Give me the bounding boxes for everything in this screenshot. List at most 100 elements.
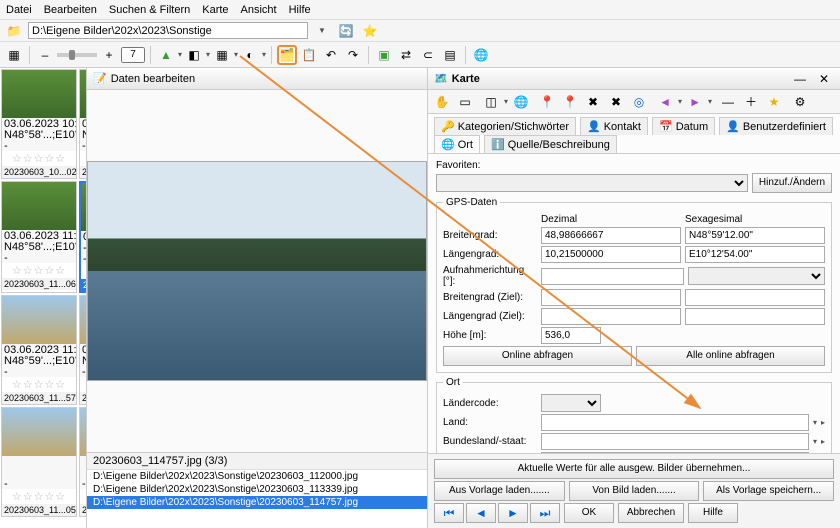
edit-data-icon[interactable]: 🗂️ [277, 45, 297, 65]
rotate-left-icon[interactable]: ↶ [321, 45, 341, 65]
lat-target-dec[interactable] [541, 289, 681, 306]
thumbnail[interactable]: 03.06.2023 11:47:57N48°59'...;E10°13'...… [1, 295, 77, 405]
sexagesimal-header: Sexagesimal [685, 214, 825, 225]
menu-datei[interactable]: Datei [6, 4, 32, 16]
mt-hand-icon[interactable]: ✋ [432, 92, 452, 112]
tool3-icon[interactable]: ▦ [212, 45, 232, 65]
thumbnail[interactable]: 03.06.2023 11:33:39--☆☆☆☆☆20230603_11...… [79, 181, 87, 293]
globe-icon[interactable]: 🌐 [471, 45, 491, 65]
favorite-icon[interactable]: ⭐ [360, 21, 380, 41]
close-icon[interactable]: ✕ [814, 69, 834, 89]
menu-ansicht[interactable]: Ansicht [241, 4, 277, 16]
edit-data-tab[interactable]: Daten bearbeiten [111, 73, 195, 85]
direction-label: Aufnahmerichtung [°]: [443, 265, 537, 287]
file-list-item[interactable]: D:\Eigene Bilder\202x\2023\Sonstige\2023… [87, 496, 427, 509]
menu-bearbeiten[interactable]: Bearbeiten [44, 4, 97, 16]
height-input[interactable] [541, 327, 601, 344]
tool10-icon[interactable]: ▤ [440, 45, 460, 65]
thumbnail-pane[interactable]: 03.06.2023 10:54:02N48°58'...;E10°8'5...… [0, 68, 87, 528]
load-from-image-button[interactable]: Von Bild laden....... [569, 481, 700, 501]
direction-select[interactable] [688, 267, 825, 285]
save-template-button[interactable]: Als Vorlage speichern... [703, 481, 834, 501]
lon-dec-input[interactable] [541, 246, 681, 263]
tab-datum[interactable]: 📅Datum [652, 117, 715, 135]
zoom-value[interactable] [121, 47, 145, 63]
gps-all-online-button[interactable]: Alle online abfragen [636, 346, 825, 366]
lon-sex-input[interactable] [685, 246, 825, 263]
land-input[interactable] [541, 414, 809, 431]
hinzuf-button[interactable]: Hinzuf./Ändern [752, 173, 832, 193]
tool4-icon[interactable]: ◐ [240, 45, 260, 65]
tab-ort[interactable]: 🌐Ort [434, 135, 480, 153]
load-template-button[interactable]: Aus Vorlage laden....... [434, 481, 565, 501]
mt-pin-icon[interactable]: 📍 [537, 92, 557, 112]
menu-hilfe[interactable]: Hilfe [289, 4, 311, 16]
apply-all-button[interactable]: Aktuelle Werte für alle ausgew. Bilder ü… [434, 459, 834, 479]
file-list-item[interactable]: D:\Eigene Bilder\202x\2023\Sonstige\2023… [87, 470, 427, 483]
cancel-button[interactable]: Abbrechen [618, 503, 684, 523]
tool1-icon[interactable]: ▲ [156, 45, 176, 65]
nav-next[interactable]: ► [498, 503, 528, 523]
minimize-icon[interactable]: — [790, 69, 810, 89]
tool8-icon[interactable]: ⇄ [396, 45, 416, 65]
lat-dec-input[interactable] [541, 227, 681, 244]
rotate-right-icon[interactable]: ↷ [343, 45, 363, 65]
mt-next-icon[interactable]: ► [685, 92, 705, 112]
zoom-out-icon[interactable]: – [35, 45, 55, 65]
thumbs-icon[interactable]: ▦ [4, 45, 24, 65]
menu-karte[interactable]: Karte [202, 4, 228, 16]
mt-target-icon[interactable]: ◎ [629, 92, 649, 112]
path-dropdown[interactable]: ▼ [312, 21, 332, 41]
nav-first[interactable]: ⏮ [434, 503, 464, 523]
metadata-tabs-2: 🌐Ortℹ️Quelle/Beschreibung [428, 135, 840, 154]
mt-gear-icon[interactable]: ⚙ [790, 92, 810, 112]
zoom-in-icon[interactable]: + [99, 45, 119, 65]
tool9-icon[interactable]: ⊂ [418, 45, 438, 65]
tab-kontakt[interactable]: 👤Kontakt [580, 117, 648, 135]
nav-last[interactable]: ⏭ [530, 503, 560, 523]
mt-world-icon[interactable]: 🌐 [511, 92, 531, 112]
lon-target-sex[interactable] [685, 308, 825, 325]
mt-plus-icon[interactable]: ＋ [741, 92, 761, 112]
direction-input[interactable] [541, 268, 684, 285]
file-list-item[interactable]: D:\Eigene Bilder\202x\2023\Sonstige\2023… [87, 483, 427, 496]
thumbnail[interactable]: 03.06.2023 10:54:02N48°58'...;E10°8'5...… [1, 69, 77, 179]
gps-online-button[interactable]: Online abfragen [443, 346, 632, 366]
mt-pin2-icon[interactable]: 📍 [560, 92, 580, 112]
favoriten-select[interactable] [436, 174, 748, 192]
path-input[interactable] [28, 22, 308, 39]
tool7-icon[interactable]: ▣ [374, 45, 394, 65]
thumbnail[interactable]: 03.06.2023 11:50:07N48°59'...;E10°13'...… [79, 295, 87, 405]
folder-up-icon[interactable]: 📁 [4, 21, 24, 41]
mt-clear2-icon[interactable]: ✖ [606, 92, 626, 112]
thumbnail[interactable]: -☆☆☆☆☆20230603_11...07.jpg [79, 407, 87, 517]
bundesland-input[interactable] [541, 433, 809, 450]
mt-sel-icon[interactable]: ▭ [455, 92, 475, 112]
laendercode-select[interactable] [541, 394, 601, 412]
thumbnail[interactable]: -☆☆☆☆☆20230603_11...05.jpg [1, 407, 77, 517]
tab-quelle-beschreibung[interactable]: ℹ️Quelle/Beschreibung [484, 135, 617, 153]
karte-title: Karte [452, 73, 480, 85]
main-area: 03.06.2023 10:54:02N48°58'...;E10°8'5...… [0, 68, 840, 528]
tool2-icon[interactable]: ◧ [184, 45, 204, 65]
lat-sex-input[interactable] [685, 227, 825, 244]
lat-target-sex[interactable] [685, 289, 825, 306]
ok-button[interactable]: OK [564, 503, 614, 523]
refresh-icon[interactable]: 🔄 [336, 21, 356, 41]
zoom-slider[interactable] [57, 53, 97, 57]
thumbnail[interactable]: 03.06.2023 11:20:06N48°58'...;E10°11'...… [1, 181, 77, 293]
lon-target-dec[interactable] [541, 308, 681, 325]
map-icon: 🗺️ [434, 72, 448, 85]
tab-benutzerdefiniert[interactable]: 👤Benutzerdefiniert [719, 117, 833, 135]
tab-kategorien-stichw-rter[interactable]: 🔑Kategorien/Stichwörter [434, 117, 576, 135]
help-button[interactable]: Hilfe [688, 503, 738, 523]
mt-layers-icon[interactable]: ◫ [481, 92, 501, 112]
nav-prev[interactable]: ◄ [466, 503, 496, 523]
tool6-icon[interactable]: 📋 [299, 45, 319, 65]
mt-minus-icon[interactable]: — [718, 92, 738, 112]
mt-prev-icon[interactable]: ◄ [655, 92, 675, 112]
mt-clear-icon[interactable]: ✖ [583, 92, 603, 112]
mt-star-icon[interactable]: ★ [764, 92, 784, 112]
menu-suchen[interactable]: Suchen & Filtern [109, 4, 190, 16]
thumbnail[interactable]: 03.06.2023 10:54:10N48°58'...;E10°8'5...… [79, 69, 87, 179]
